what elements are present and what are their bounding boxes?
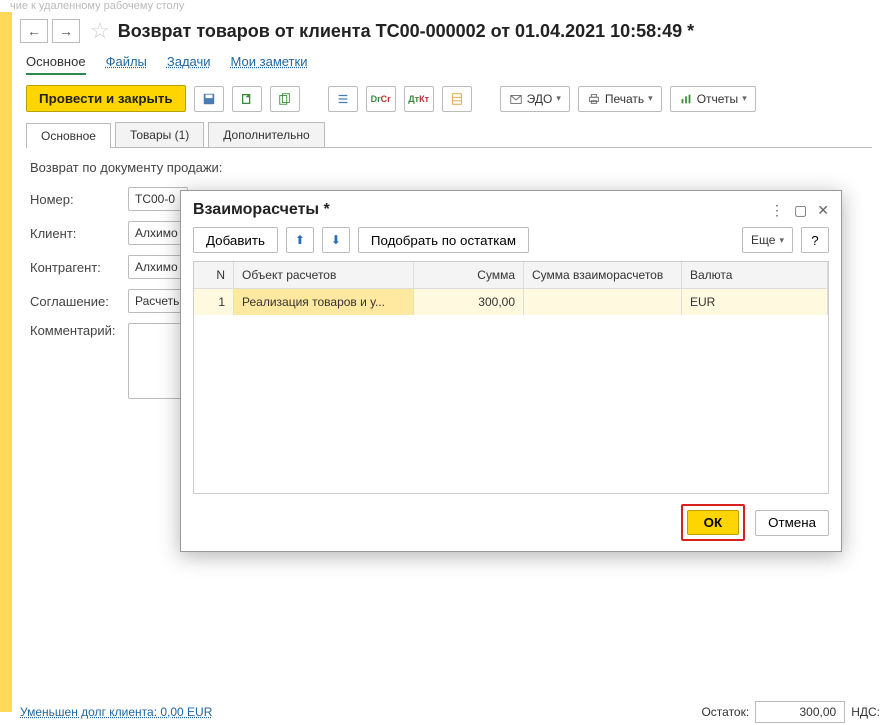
client-debt-link[interactable]: Уменьшен долг клиента: 0,00 EUR	[20, 705, 212, 719]
nav-back-button[interactable]: ←	[20, 19, 48, 43]
more-dropdown[interactable]: Еще▾	[742, 227, 793, 253]
comment-textarea[interactable]	[128, 323, 188, 399]
cell-currency[interactable]: EUR	[682, 289, 828, 315]
col-header-sum[interactable]: Сумма	[414, 262, 524, 288]
tab-additional[interactable]: Дополнительно	[208, 122, 324, 147]
edo-dropdown[interactable]: ЭДО▾	[500, 86, 570, 112]
modal-menu-icon[interactable]: ⋮	[770, 202, 784, 219]
tab-main[interactable]: Основное	[26, 123, 111, 148]
arrow-up-icon: ⬆	[295, 233, 305, 247]
modal-maximize-icon[interactable]: ▢	[794, 202, 807, 219]
attach-icon-button[interactable]	[270, 86, 300, 112]
save-icon-button[interactable]	[194, 86, 224, 112]
left-accent-bar	[0, 12, 12, 712]
table-row[interactable]: 1 Реализация товаров и у... 300,00 EUR	[194, 289, 828, 315]
post-and-close-button[interactable]: Провести и закрыть	[26, 85, 186, 112]
list-icon-button[interactable]	[328, 86, 358, 112]
pick-by-balance-button[interactable]: Подобрать по остаткам	[358, 227, 529, 253]
tab-goods[interactable]: Товары (1)	[115, 122, 204, 147]
ok-button[interactable]: ОК	[687, 510, 740, 535]
comment-label: Комментарий:	[30, 323, 128, 338]
cell-sum[interactable]: 300,00	[414, 289, 524, 315]
number-field[interactable]: ТС00-0	[128, 187, 188, 211]
favorite-star-icon[interactable]: ☆	[90, 18, 110, 44]
chart-icon	[679, 92, 693, 106]
number-label: Номер:	[30, 192, 128, 207]
col-header-currency[interactable]: Валюта	[682, 262, 828, 288]
sheet-icon-button[interactable]	[442, 86, 472, 112]
remote-desktop-hint: чие к удаленному рабочему столу	[10, 0, 184, 12]
col-header-settlement[interactable]: Сумма взаиморасчетов	[524, 262, 682, 288]
section-link-files[interactable]: Файлы	[106, 50, 147, 75]
arrow-left-icon: ←	[27, 23, 41, 39]
printer-icon	[587, 92, 601, 106]
copy-icon-button[interactable]	[232, 86, 262, 112]
balance-label: Остаток:	[701, 705, 749, 719]
agreement-field[interactable]: Расчеть	[128, 289, 188, 313]
page-title: Возврат товаров от клиента ТС00-000002 о…	[118, 21, 694, 42]
move-down-button[interactable]: ⬇	[322, 227, 350, 253]
section-link-tasks[interactable]: Задачи	[167, 50, 211, 75]
arrow-right-icon: →	[59, 23, 73, 39]
contractor-field[interactable]: Алхимо	[128, 255, 188, 279]
section-link-notes[interactable]: Мои заметки	[231, 50, 308, 75]
drcr-icon-button[interactable]: DrCr	[366, 86, 396, 112]
modal-close-icon[interactable]: ✕	[817, 202, 829, 219]
ok-highlight: ОК	[681, 504, 746, 541]
section-link-main[interactable]: Основное	[26, 50, 86, 75]
nav-forward-button[interactable]: →	[52, 19, 80, 43]
client-label: Клиент:	[30, 226, 128, 241]
cancel-button[interactable]: Отмена	[755, 510, 829, 536]
reports-dropdown[interactable]: Отчеты▾	[670, 86, 756, 112]
contractor-label: Контрагент:	[30, 260, 128, 275]
col-header-n[interactable]: N	[194, 262, 234, 288]
settlements-modal: Взаиморасчеты * ⋮ ▢ ✕ Добавить ⬆ ⬇ Подоб…	[180, 190, 842, 552]
modal-title: Взаиморасчеты *	[193, 201, 330, 219]
add-button[interactable]: Добавить	[193, 227, 278, 253]
envelope-icon	[509, 92, 523, 106]
dtkt-icon-button[interactable]: ДтКт	[404, 86, 434, 112]
vat-label: НДС:	[851, 705, 880, 719]
client-field[interactable]: Алхимо	[128, 221, 188, 245]
cell-n: 1	[194, 289, 234, 315]
cell-settlement[interactable]	[524, 289, 682, 315]
col-header-object[interactable]: Объект расчетов	[234, 262, 414, 288]
settlements-grid[interactable]: N Объект расчетов Сумма Сумма взаиморасч…	[193, 261, 829, 494]
arrow-down-icon: ⬇	[331, 233, 341, 247]
return-by-doc-label: Возврат по документу продажи:	[30, 160, 868, 175]
help-button[interactable]: ?	[801, 227, 829, 253]
print-dropdown[interactable]: Печать▾	[578, 86, 662, 112]
move-up-button[interactable]: ⬆	[286, 227, 314, 253]
balance-value: 300,00	[755, 701, 845, 723]
agreement-label: Соглашение:	[30, 294, 128, 309]
cell-object[interactable]: Реализация товаров и у...	[234, 289, 414, 315]
